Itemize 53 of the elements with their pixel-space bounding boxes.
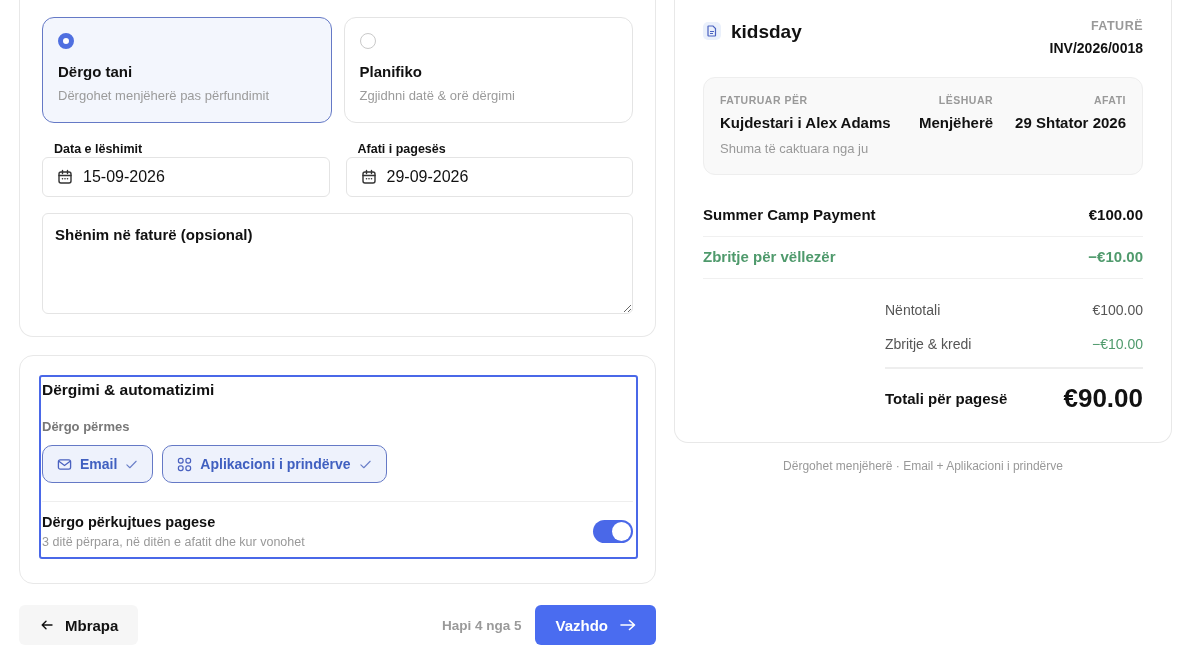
meta-note: Shuma të caktuara nga ju xyxy=(720,141,870,156)
envelope-icon xyxy=(57,456,72,472)
date-field[interactable]: 29-09-2026 xyxy=(345,157,633,197)
total-amount: €90.00 xyxy=(1063,383,1143,414)
option-description: Zgjidhni datë & orë dërgimi xyxy=(359,88,516,103)
channel-toggle[interactable]: Email xyxy=(42,445,154,483)
option-title: Dërgo tani xyxy=(58,63,134,80)
meta-value: Kujdestari i Alex Adams xyxy=(720,114,892,131)
meta-value: 29 Shtator 2026 xyxy=(1015,114,1126,131)
summary-label: Nëntotali xyxy=(885,302,941,318)
meta-label: FATURUAR PËR xyxy=(720,94,809,106)
summary-label: Zbritje & kredi xyxy=(885,336,972,352)
radio-button xyxy=(58,33,74,49)
meta-value: Menjëherë xyxy=(918,114,994,131)
summary-amount: −€10.00 xyxy=(1092,336,1143,352)
reminder-title: Dërgo përkujtues pagese xyxy=(42,514,217,530)
step-indicator: Hapi 4 nga 5 xyxy=(441,617,522,633)
calendar-icon xyxy=(360,169,377,185)
date-value: 29-09-2026 xyxy=(386,168,469,186)
grid-icon xyxy=(177,456,193,472)
line-item-amount: €100.00 xyxy=(1088,206,1143,223)
document-icon xyxy=(707,25,717,37)
section-title: Dërgimi & automatizimi xyxy=(42,381,216,399)
field-label: Afati i pagesës xyxy=(357,142,446,156)
option-title: Planifiko xyxy=(359,63,423,80)
field-label: Data e lëshimit xyxy=(54,142,143,156)
arrow-right-icon xyxy=(620,619,636,631)
option-card[interactable]: Dërgo tani Dërgohet menjëherë pas përfundimit xyxy=(42,17,332,123)
toggle-switch[interactable] xyxy=(593,520,633,543)
invoice-number: INV/2026/0018 xyxy=(1049,40,1143,56)
meta-label: AFATI xyxy=(1092,94,1126,106)
reminder-description: 3 ditë përpara, në ditën e afatit dhe kur vonohet xyxy=(42,535,305,549)
document-label: FATURË xyxy=(1089,19,1143,33)
total-label: Totali për pagesë xyxy=(885,390,1008,407)
section-label: Dërgo përmes xyxy=(42,419,131,434)
option-description: Dërgohet menjëherë pas përfundimit xyxy=(58,88,270,103)
channel-toggle[interactable]: Aplikacioni i prindërve xyxy=(162,445,387,483)
meta-label: LËSHUAR xyxy=(937,94,994,106)
line-item-amount: −€10.00 xyxy=(1088,248,1143,265)
delivery-summary: Dërgohet menjëherë · Email + Aplikacioni i prindërve xyxy=(782,459,1064,473)
note-field[interactable]: Shënim në faturë (opsional) xyxy=(42,213,633,314)
arrow-left-icon xyxy=(41,620,53,630)
brand-name: kidsday xyxy=(731,21,802,43)
date-value: 15-09-2026 xyxy=(83,168,165,186)
radio-button xyxy=(359,33,376,49)
back-button[interactable]: Mbrapa xyxy=(19,605,139,645)
calendar-icon xyxy=(57,169,73,185)
line-item-label: Summer Camp Payment xyxy=(703,206,876,223)
date-field[interactable]: 15-09-2026 xyxy=(42,157,330,197)
continue-button[interactable]: Vazhdo xyxy=(535,605,656,645)
summary-amount: €100.00 xyxy=(1092,302,1143,318)
option-card[interactable]: Planifiko Zgjidhni datë & orë dërgimi xyxy=(343,17,633,123)
line-item-label: Zbritje për vëllezër xyxy=(703,248,836,265)
